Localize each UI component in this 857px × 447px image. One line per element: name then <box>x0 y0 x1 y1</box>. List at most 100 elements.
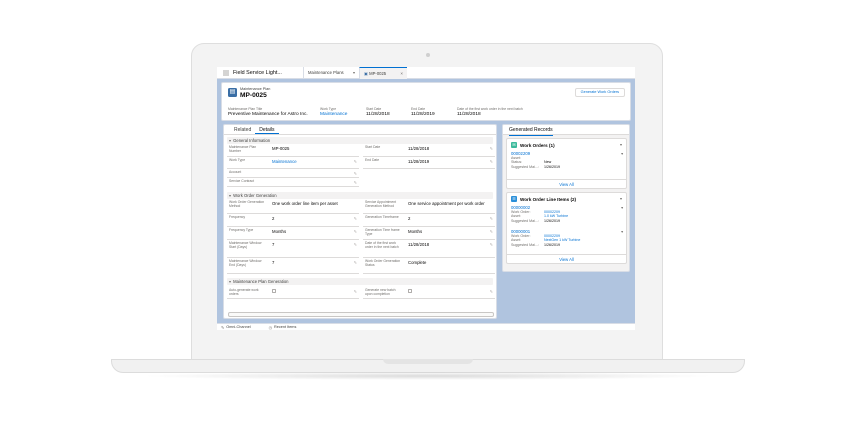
app-name: Field Service Light... <box>233 69 282 76</box>
field-label: Frequency Type <box>229 228 254 232</box>
close-icon[interactable]: × <box>400 71 403 76</box>
field-generation-status: Work Order Generation Status Complete <box>363 258 495 274</box>
field-value: Months <box>272 229 287 234</box>
view-all-link[interactable]: View All <box>507 179 626 188</box>
pencil-icon[interactable]: ✎ <box>490 229 493 234</box>
generate-new-batch-checkbox[interactable] <box>408 289 412 293</box>
item-value: 1/26/2019 <box>544 164 560 169</box>
recent-items-button[interactable]: ◷ Recent Items <box>269 325 297 330</box>
field-auto-generate: Auto-generate work orders ✎ <box>227 287 359 299</box>
pencil-icon[interactable]: ✎ <box>354 260 357 265</box>
work-order-line-items-related-list: ☰ Work Order Line Items (2) ▾ ▾ 00000002… <box>506 192 627 264</box>
highlight-end-date: End Date 11/28/2019 <box>411 107 435 117</box>
pencil-icon[interactable]: ✎ <box>354 180 357 185</box>
view-all-link[interactable]: View All <box>507 254 626 263</box>
chevron-down-icon: ▾ <box>229 279 232 284</box>
field-label: Work Order Generation Method <box>229 200 265 208</box>
chevron-down-icon[interactable]: ▾ <box>621 229 623 234</box>
highlight-value: 11/28/2018 <box>457 112 481 117</box>
tab-maintenance-plans[interactable]: Maintenance Plans ▾ <box>303 67 359 79</box>
chevron-down-icon[interactable]: ▾ <box>620 196 622 201</box>
field-end-date: End Date 11/28/2019 ✎ <box>363 157 495 169</box>
highlight-value: Preventive Maintenance for Astro Inc. <box>228 112 308 117</box>
highlight-label: Work Type <box>320 107 337 111</box>
horizontal-scrollbar[interactable] <box>228 312 494 317</box>
list-item: ▾ 00002209 Asset: Status: New Suggested M… <box>511 151 623 169</box>
section-maintenance-plan-generation[interactable]: ▾ Maintenance Plan Generation <box>227 278 493 285</box>
highlight-work-type: Work Type Maintenance <box>320 107 347 117</box>
pencil-icon[interactable]: ✎ <box>354 289 357 294</box>
field-label: Start Date <box>365 145 381 149</box>
chevron-down-icon[interactable]: ▾ <box>353 70 355 75</box>
field-value: One service appointment per work order <box>408 201 485 206</box>
work-type-link[interactable]: Maintenance <box>272 159 352 164</box>
work-orders-related-list: ✉ Work Orders (1) ▾ ▾ 00002209 Asset: St… <box>506 138 627 189</box>
chevron-down-icon[interactable]: ▾ <box>621 205 623 210</box>
related-list-header: ☰ Work Order Line Items (2) <box>511 196 576 202</box>
highlight-value: 11/28/2019 <box>411 112 435 117</box>
pencil-icon[interactable]: ✎ <box>354 171 357 176</box>
field-label: Generate new batch upon completion <box>365 288 396 296</box>
chevron-down-icon: ▾ <box>229 193 232 198</box>
laptop-notch <box>383 359 473 364</box>
highlight-label: Start Date <box>366 107 382 111</box>
tab-details[interactable]: Details <box>255 125 279 134</box>
screen: Field Service Light... Maintenance Plans… <box>217 67 635 330</box>
object-type: Maintenance Plan <box>240 87 271 91</box>
tab-related[interactable]: Related <box>230 125 255 134</box>
auto-generate-checkbox[interactable] <box>272 289 276 293</box>
pencil-icon[interactable]: ✎ <box>490 216 493 221</box>
pencil-icon[interactable]: ✎ <box>354 216 357 221</box>
tab-mp-0025[interactable]: ▣ MP-0025 × <box>359 67 407 79</box>
generate-work-orders-button[interactable]: Generate Work Orders <box>574 88 625 97</box>
field-label: Generation Time frame Type <box>365 228 400 236</box>
generation-fields: Work Order Generation Method One work or… <box>227 199 495 276</box>
item-label: Suggested Mai...: <box>511 242 539 247</box>
console-topbar: Field Service Light... Maintenance Plans… <box>217 67 635 79</box>
pencil-icon[interactable]: ✎ <box>490 242 493 247</box>
highlight-label: End Date <box>411 107 426 111</box>
section-general-information[interactable]: ▾ General Information <box>227 137 493 144</box>
pencil-icon[interactable]: ✎ <box>354 242 357 247</box>
record-name: MP-0025 <box>240 92 267 99</box>
field-start-date: Start Date 11/28/2018 ✎ <box>363 144 495 157</box>
detail-tabs: Related Details <box>224 125 496 135</box>
field-value: 2 <box>272 216 275 221</box>
related-list-title[interactable]: Work Orders (1) <box>520 143 555 148</box>
pencil-icon[interactable]: ✎ <box>354 159 357 164</box>
generated-records-tab[interactable]: Generated Records <box>503 125 629 136</box>
chevron-down-icon[interactable]: ▾ <box>620 142 622 147</box>
highlight-value: 11/28/2018 <box>366 112 390 117</box>
field-label: Service Appointment Generation Method <box>365 200 397 208</box>
pencil-icon[interactable]: ✎ <box>490 159 493 164</box>
section-work-order-generation[interactable]: ▾ Work Order Generation <box>227 192 493 199</box>
field-work-type: Work Type Maintenance ✎ <box>227 157 359 169</box>
related-list-title[interactable]: Work Order Line Items (2) <box>520 197 576 202</box>
chevron-down-icon[interactable]: ▾ <box>621 151 623 156</box>
field-generation-timeframe: Generation Timeframe 2 ✎ <box>363 214 495 227</box>
pencil-icon[interactable]: ✎ <box>354 229 357 234</box>
record-header: ▤ Maintenance Plan MP-0025 Generate Work… <box>221 82 631 121</box>
pencil-icon[interactable]: ✎ <box>490 146 493 151</box>
field-value: 11/28/2019 <box>408 159 430 164</box>
utility-label: Recent Items <box>274 325 297 329</box>
work-type-link[interactable]: Maintenance <box>320 112 347 117</box>
webcam <box>426 53 430 57</box>
clock-icon: ◷ <box>268 325 272 330</box>
field-work-order-generation-method: Work Order Generation Method One work or… <box>227 199 359 214</box>
omni-channel-button[interactable]: ✎ Omni-Channel <box>221 325 251 330</box>
field-label: Maintenance Window Start (Days) <box>229 241 262 249</box>
highlight-next-batch-date: Date of the first work order in the next… <box>457 107 523 117</box>
field-value: MP-0025 <box>272 146 290 151</box>
generated-records-card: Generated Records ✉ Work Orders (1) ▾ ▾ … <box>502 124 630 272</box>
app-launcher-icon[interactable] <box>223 69 229 76</box>
chevron-down-icon: ▾ <box>229 138 232 143</box>
utility-bar: ✎ Omni-Channel ◷ Recent Items <box>217 323 635 330</box>
pencil-icon[interactable]: ✎ <box>490 289 493 294</box>
field-value: Complete <box>408 260 427 265</box>
field-value: 7 <box>272 242 275 247</box>
pencil-icon: ✎ <box>221 325 225 330</box>
tab-label: ▣ MP-0025 <box>364 70 387 76</box>
tab-label: Generated Records <box>509 125 553 136</box>
work-order-line-item-icon: ☰ <box>511 196 517 202</box>
